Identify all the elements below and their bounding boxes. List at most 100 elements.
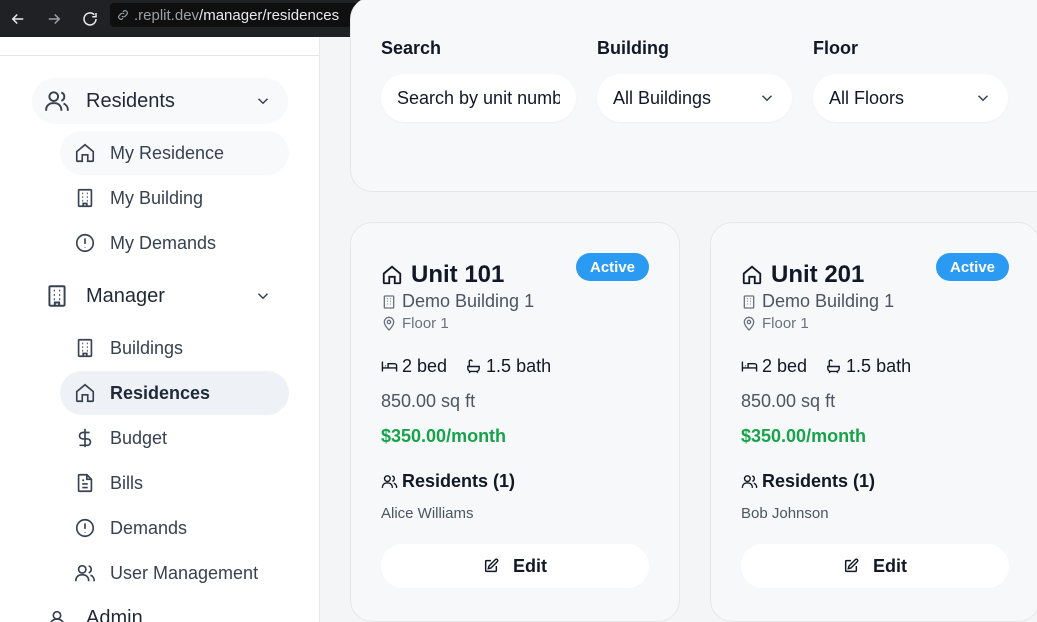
- sidebar-group-label: Manager: [86, 284, 165, 307]
- sidebar-group-label: Admin: [86, 607, 143, 622]
- edit-button[interactable]: Edit: [381, 544, 649, 588]
- url-host: .replit.dev: [134, 6, 200, 24]
- sidebar: Residents My Residence My Building My De…: [0, 37, 320, 622]
- edit-button-label: Edit: [513, 555, 547, 576]
- site-info-icon[interactable]: [116, 8, 130, 22]
- unit-building-name: Demo Building 1: [402, 291, 535, 311]
- search-label: Search: [381, 38, 442, 58]
- sidebar-group-residents[interactable]: Residents: [32, 78, 288, 124]
- building-icon: [44, 283, 70, 309]
- bed-icon: [381, 358, 398, 375]
- sidebar-item-bills[interactable]: Bills: [60, 461, 289, 505]
- unit-title: Unit 201: [741, 261, 864, 289]
- search-input[interactable]: [397, 87, 560, 109]
- sidebar-item-label: Residences: [110, 382, 211, 403]
- sidebar-item-label: Demands: [110, 517, 188, 538]
- unit-area: 850.00 sq ft: [741, 391, 836, 411]
- home-icon: [741, 264, 763, 286]
- residence-card: Unit 101 Active Demo Building 1 Floor 1 …: [350, 222, 680, 622]
- building-icon: [741, 294, 757, 310]
- chevron-down-icon: [974, 89, 992, 107]
- unit-specs: 2 bed 1.5 bath: [741, 356, 911, 377]
- sidebar-item-label: Budget: [110, 427, 168, 448]
- sidebar-group-manager[interactable]: Manager: [32, 273, 288, 319]
- building-icon: [74, 337, 96, 359]
- sidebar-item-label: My Residence: [110, 142, 225, 163]
- unit-floor: Floor 1: [381, 315, 449, 332]
- users-icon: [74, 562, 96, 584]
- main-content: Search Building All Buildings Floor All …: [320, 0, 1037, 622]
- reload-icon[interactable]: [72, 0, 108, 37]
- sidebar-item-my-residence[interactable]: My Residence: [60, 131, 289, 175]
- status-badge: Active: [936, 253, 1010, 281]
- home-icon: [381, 264, 403, 286]
- bath-icon: [465, 358, 482, 375]
- users-icon: [741, 473, 758, 490]
- chevron-down-icon: [758, 89, 776, 107]
- unit-floor-value: Floor 1: [762, 315, 809, 332]
- building-select-value: All Buildings: [613, 87, 712, 108]
- unit-beds: 2 bed: [762, 356, 808, 376]
- users-icon: [44, 88, 70, 114]
- unit-baths: 1.5 bath: [486, 356, 552, 376]
- residents-count: Residents (1): [402, 471, 516, 491]
- sidebar-group-admin[interactable]: Admin: [46, 607, 143, 622]
- sidebar-item-label: Bills: [110, 472, 144, 493]
- file-text-icon: [74, 472, 96, 494]
- edit-button[interactable]: Edit: [741, 544, 1009, 588]
- status-badge: Active: [576, 253, 650, 281]
- back-icon[interactable]: [0, 0, 36, 37]
- unit-building: Demo Building 1: [381, 291, 534, 312]
- forward-icon[interactable]: [36, 0, 72, 37]
- search-field[interactable]: [381, 74, 576, 122]
- edit-icon: [483, 558, 499, 574]
- alert-circle-icon: [74, 232, 96, 254]
- floor-select-value: All Floors: [829, 87, 905, 108]
- residents-heading: Residents (1): [741, 471, 875, 492]
- unit-rent: $350.00/month: [741, 426, 867, 446]
- residents-heading: Residents (1): [381, 471, 515, 492]
- unit-specs: 2 bed 1.5 bath: [381, 356, 551, 377]
- sidebar-item-user-management[interactable]: User Management: [60, 551, 289, 595]
- sidebar-item-budget[interactable]: Budget: [60, 416, 289, 460]
- url-path: /manager/residences: [199, 6, 340, 24]
- sidebar-item-my-demands[interactable]: My Demands: [60, 221, 289, 265]
- sidebar-divider: [0, 55, 319, 56]
- filter-panel: Search Building All Buildings Floor All …: [350, 0, 1037, 192]
- floor-select[interactable]: All Floors: [813, 74, 1008, 122]
- resident-name: Alice Williams: [381, 505, 474, 522]
- sidebar-item-label: My Demands: [110, 232, 217, 253]
- unit-beds: 2 bed: [402, 356, 448, 376]
- sidebar-item-residences[interactable]: Residences: [60, 371, 289, 415]
- building-icon: [74, 187, 96, 209]
- unit-building-name: Demo Building 1: [762, 291, 895, 311]
- sidebar-group-label: Residents: [86, 89, 175, 112]
- building-label: Building: [597, 38, 669, 58]
- building-select[interactable]: All Buildings: [597, 74, 792, 122]
- sidebar-item-demands[interactable]: Demands: [60, 506, 289, 550]
- unit-title: Unit 101: [381, 261, 504, 289]
- alert-circle-icon: [74, 517, 96, 539]
- sidebar-item-label: User Management: [110, 562, 259, 583]
- unit-floor: Floor 1: [741, 315, 809, 332]
- sidebar-item-my-building[interactable]: My Building: [60, 176, 289, 220]
- residence-card: Unit 201 Active Demo Building 1 Floor 1 …: [710, 222, 1037, 622]
- sidebar-item-label: My Building: [110, 187, 204, 208]
- bed-icon: [741, 358, 758, 375]
- chevron-down-icon: [254, 92, 272, 110]
- bath-icon: [825, 358, 842, 375]
- unit-number: Unit 201: [771, 261, 865, 288]
- chevron-down-icon: [254, 287, 272, 305]
- unit-area: 850.00 sq ft: [381, 391, 476, 411]
- unit-baths: 1.5 bath: [846, 356, 912, 376]
- home-icon: [74, 142, 96, 164]
- edit-icon: [843, 558, 859, 574]
- building-icon: [381, 294, 397, 310]
- sidebar-item-buildings[interactable]: Buildings: [60, 326, 289, 370]
- unit-number: Unit 101: [411, 261, 505, 288]
- residents-count: Residents (1): [762, 471, 876, 491]
- floor-label: Floor: [813, 38, 858, 58]
- map-pin-icon: [381, 316, 397, 332]
- resident-name: Bob Johnson: [741, 505, 829, 522]
- user-icon: [46, 608, 68, 622]
